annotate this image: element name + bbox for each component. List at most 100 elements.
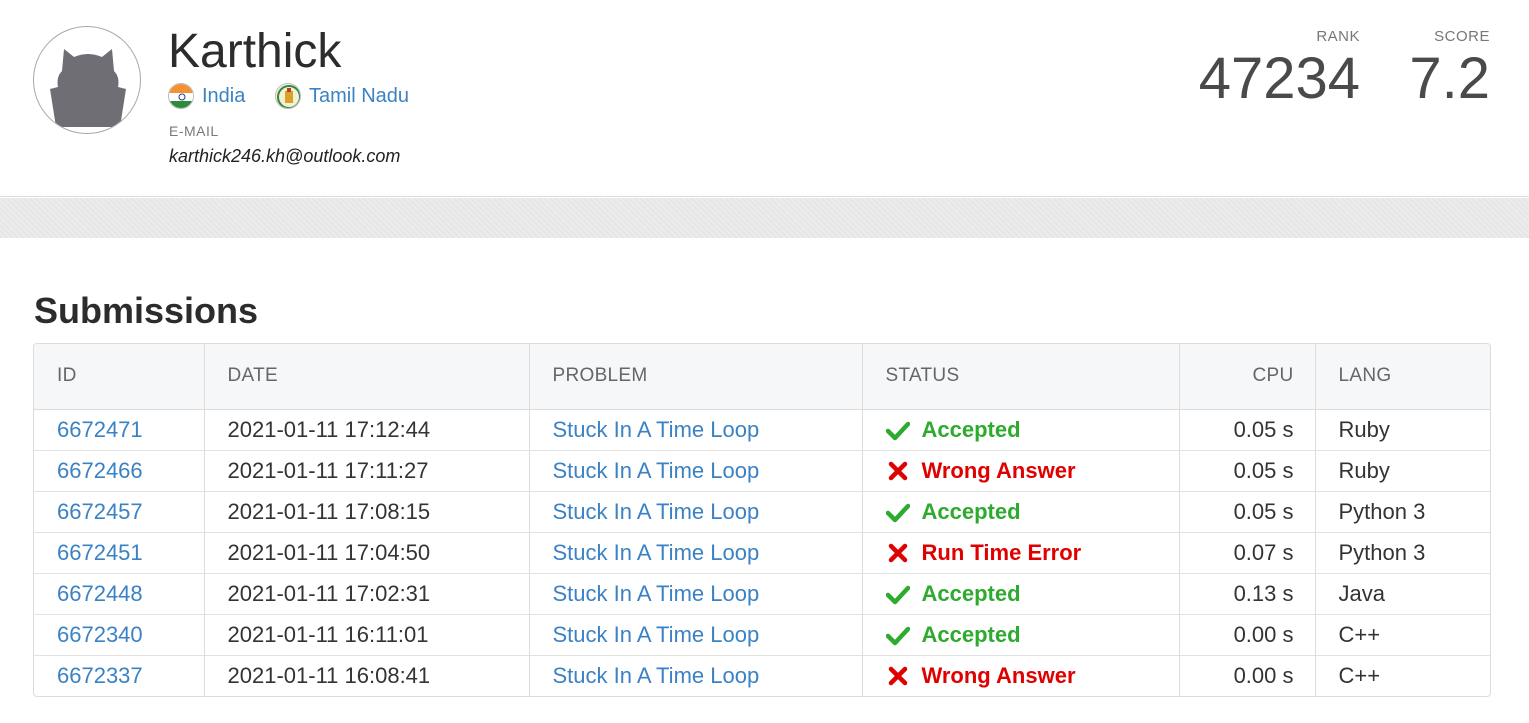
cell-status: Wrong Answer <box>862 449 1180 491</box>
score-label: SCORE <box>1434 28 1490 45</box>
cell-lang: C++ <box>1315 654 1490 696</box>
cross-icon <box>886 459 910 483</box>
state-name[interactable]: Tamil Nadu <box>309 85 409 108</box>
header-lang[interactable]: LANG <box>1315 344 1490 410</box>
score-value: 7.2 <box>1409 46 1490 111</box>
table-row: 6672448 2021-01-11 17:02:31 Stuck In A Tim… <box>34 572 1490 614</box>
checkmark-icon <box>885 623 910 647</box>
header-cpu[interactable]: CPU <box>1179 344 1316 410</box>
status-badge: Accepted <box>885 499 1179 525</box>
cell-date: 2021-01-11 17:12:44 <box>204 408 530 450</box>
cell-lang: Python 3 <box>1315 490 1490 532</box>
problem-link[interactable]: Stuck In A Time Loop <box>553 417 760 442</box>
cell-lang: Ruby <box>1315 449 1490 491</box>
problem-link[interactable]: Stuck In A Time Loop <box>553 458 760 483</box>
email-value: karthick246.kh@outlook.com <box>169 146 401 166</box>
email-label: E-MAIL <box>169 123 219 139</box>
cell-date: 2021-01-11 17:08:15 <box>204 490 530 532</box>
cell-cpu: 0.07 s <box>1179 531 1316 573</box>
problem-link[interactable]: Stuck In A Time Loop <box>553 581 760 606</box>
cell-id: 6672340 <box>34 613 205 655</box>
cell-status: Accepted <box>862 408 1180 450</box>
tamil-nadu-emblem-icon <box>275 83 301 109</box>
header-date[interactable]: DATE <box>204 344 530 410</box>
status-text: Accepted <box>921 621 1021 647</box>
table-row: 6672337 2021-01-11 16:08:41 Stuck In A Tim… <box>34 654 1490 696</box>
problem-link[interactable]: Stuck In A Time Loop <box>553 499 760 524</box>
status-text: Accepted <box>921 580 1021 606</box>
cell-lang: Ruby <box>1315 408 1490 450</box>
status-text: Accepted <box>921 416 1021 442</box>
header-problem[interactable]: PROBLEM <box>529 344 863 410</box>
score-stat: SCORE 7.2 <box>1409 28 1490 111</box>
table-row: 6672457 2021-01-11 17:08:15 Stuck In A Tim… <box>34 490 1490 532</box>
user-name: Karthick <box>168 25 342 78</box>
status-badge: Accepted <box>885 416 1179 443</box>
cell-problem: Stuck In A Time Loop <box>529 490 863 532</box>
cell-lang: Java <box>1315 572 1490 614</box>
submission-id-link[interactable]: 6672337 <box>57 663 143 688</box>
rank-label: RANK <box>1316 28 1360 45</box>
rank-value: 47234 <box>1198 46 1360 111</box>
submissions-table: ID DATE PROBLEM STATUS CPU LANG 6672471 2… <box>33 343 1491 697</box>
avatar[interactable] <box>33 26 141 134</box>
cell-date: 2021-01-11 17:04:50 <box>204 531 530 573</box>
cell-date: 2021-01-11 16:08:41 <box>204 654 530 696</box>
cell-problem: Stuck In A Time Loop <box>529 449 863 491</box>
cell-problem: Stuck In A Time Loop <box>529 572 863 614</box>
status-badge: Accepted <box>885 580 1179 607</box>
status-text: Wrong Answer <box>921 457 1076 483</box>
cell-id: 6672471 <box>34 408 205 450</box>
state-link[interactable]: Tamil Nadu <box>275 82 409 110</box>
cell-cpu: 0.05 s <box>1179 408 1316 450</box>
status-badge: Accepted <box>885 621 1179 648</box>
status-badge: Wrong Answer <box>886 458 1179 484</box>
submission-id-link[interactable]: 6672457 <box>57 499 143 524</box>
cell-date: 2021-01-11 17:11:27 <box>204 449 530 491</box>
cross-icon <box>886 541 910 565</box>
table-header-row: ID DATE PROBLEM STATUS CPU LANG <box>34 344 1490 410</box>
header-id[interactable]: ID <box>34 344 205 410</box>
cell-lang: Python 3 <box>1315 531 1490 573</box>
divider-band <box>0 198 1529 238</box>
cell-problem: Stuck In A Time Loop <box>529 531 863 573</box>
cell-cpu: 0.13 s <box>1179 572 1316 614</box>
cell-lang: C++ <box>1315 613 1490 655</box>
rank-stat: RANK 47234 <box>1199 28 1360 111</box>
cell-date: 2021-01-11 17:02:31 <box>204 572 530 614</box>
cell-id: 6672337 <box>34 654 205 696</box>
submission-id-link[interactable]: 6672448 <box>57 581 143 606</box>
country-name[interactable]: India <box>202 85 245 108</box>
submission-id-link[interactable]: 6672340 <box>57 622 143 647</box>
cell-cpu: 0.05 s <box>1179 449 1316 491</box>
cell-id: 6672466 <box>34 449 205 491</box>
cell-problem: Stuck In A Time Loop <box>529 408 863 450</box>
cell-problem: Stuck In A Time Loop <box>529 613 863 655</box>
cell-problem: Stuck In A Time Loop <box>529 654 863 696</box>
submission-id-link[interactable]: 6672451 <box>57 540 143 565</box>
cell-id: 6672448 <box>34 572 205 614</box>
submissions-title: Submissions <box>34 290 259 331</box>
header-status[interactable]: STATUS <box>862 344 1180 410</box>
problem-link[interactable]: Stuck In A Time Loop <box>553 622 760 647</box>
status-text: Wrong Answer <box>921 662 1076 688</box>
cell-date: 2021-01-11 16:11:01 <box>204 613 530 655</box>
cell-status: Accepted <box>862 490 1180 532</box>
cell-cpu: 0.00 s <box>1179 613 1316 655</box>
status-text: Run Time Error <box>921 539 1082 565</box>
problem-link[interactable]: Stuck In A Time Loop <box>553 540 760 565</box>
india-flag-icon <box>168 83 194 109</box>
table-row: 6672451 2021-01-11 17:04:50 Stuck In A Tim… <box>34 531 1490 573</box>
checkmark-icon <box>885 418 910 442</box>
submission-id-link[interactable]: 6672466 <box>57 458 143 483</box>
cell-cpu: 0.05 s <box>1179 490 1316 532</box>
checkmark-icon <box>885 582 910 606</box>
problem-link[interactable]: Stuck In A Time Loop <box>553 663 760 688</box>
submission-id-link[interactable]: 6672471 <box>57 417 143 442</box>
country-link[interactable]: India <box>168 82 245 110</box>
cell-id: 6672451 <box>34 531 205 573</box>
checkmark-icon <box>885 500 910 524</box>
cell-status: Run Time Error <box>862 531 1180 573</box>
cell-status: Wrong Answer <box>862 654 1180 696</box>
cell-status: Accepted <box>862 613 1180 655</box>
